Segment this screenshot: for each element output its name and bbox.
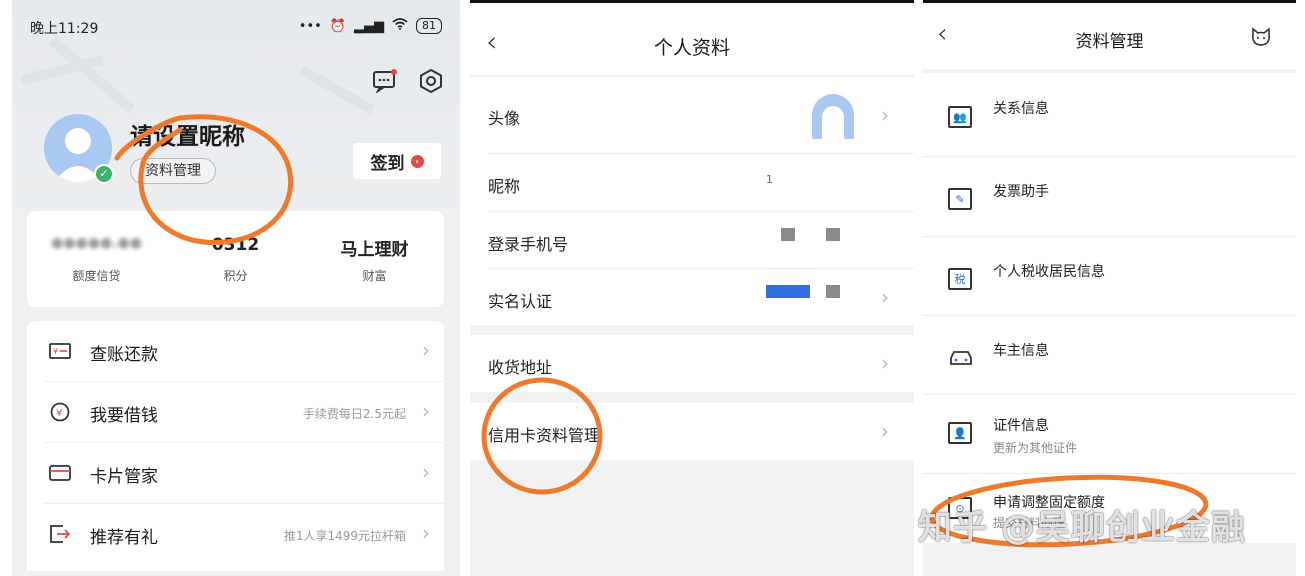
chevron-right-icon: ›	[422, 521, 430, 545]
signin-label: 签到	[370, 153, 405, 174]
chevron-right-icon: ›	[881, 285, 889, 309]
hd-signal-icon: ▂▄▆	[354, 18, 384, 34]
stat-value: 马上理财	[340, 240, 409, 260]
page-title: 资料管理	[1075, 32, 1144, 52]
row-label: 收货地址	[488, 358, 553, 377]
signin-button[interactable]: 签到 ›	[353, 143, 441, 179]
tax-icon: 税	[948, 268, 972, 290]
redacted-block	[781, 228, 795, 241]
svg-text:¥: ¥	[56, 408, 62, 419]
nav-bar: ‹ 个人资料	[470, 3, 914, 75]
settings-icon[interactable]	[416, 66, 446, 96]
card-group: 信用卡资料管理 ›	[470, 403, 914, 460]
stat-value: 0312	[211, 235, 260, 255]
relation-icon: 👥	[948, 106, 972, 128]
row-label: 登录手机号	[488, 235, 569, 254]
row-phone[interactable]: 登录手机号	[470, 212, 914, 269]
menu-item-bill[interactable]: ¥ 查账还款 ›	[27, 321, 444, 381]
chevron-right-icon: ›	[881, 103, 889, 127]
profile-fields: 头像 › 昵称 1 登录手机号 实名认证 ›	[470, 77, 914, 325]
stats-card: ●●●●●.●● 额度信贷 0312 积分 马上理财 财富	[27, 211, 444, 307]
stat-value: ●●●●●.●●	[51, 235, 142, 251]
nickname-value: 1	[766, 173, 773, 186]
avatar-thumbnail	[812, 94, 854, 139]
more-dots-icon: •••	[298, 18, 322, 34]
card-icon	[49, 465, 71, 481]
row-title: 发票助手	[993, 184, 1049, 200]
row-car-owner[interactable]: 车主信息	[923, 316, 1296, 395]
share-icon	[50, 525, 71, 543]
row-id-documents[interactable]: 👤 证件信息 更新为其他证件	[923, 395, 1296, 475]
row-realname[interactable]: 实名认证 ›	[470, 269, 914, 326]
car-icon	[950, 351, 972, 365]
battery-icon: 81	[416, 18, 442, 34]
row-invoice[interactable]: ✎ 发票助手	[923, 157, 1296, 236]
avatar[interactable]: ✓	[44, 114, 114, 184]
bill-icon: ¥	[49, 343, 71, 359]
chevron-right-icon: ›	[422, 399, 430, 423]
menu-label: 卡片管家	[90, 467, 158, 487]
account-home-screen: 晚上11:29 ••• ⏰ ▂▄▆ 81 ✓ 请设置昵称 资料管理 签到 › ●…	[12, 0, 460, 576]
address-group: 收货地址 ›	[470, 335, 914, 392]
personal-info-screen: ‹ 个人资料 头像 › 昵称 1 登录手机号 实名认证 › 收货地址 › 信用卡…	[470, 0, 914, 576]
chevron-right-icon: ›	[422, 338, 430, 362]
row-label: 头像	[488, 109, 521, 128]
row-subtitle: 更新为其他证件	[993, 441, 1078, 455]
stat-label: 财富	[362, 269, 387, 283]
row-label: 实名认证	[488, 292, 553, 311]
row-nickname[interactable]: 昵称 1	[470, 154, 914, 211]
row-label: 信用卡资料管理	[488, 426, 601, 445]
stat-credit[interactable]: ●●●●●.●● 额度信贷	[27, 211, 166, 284]
message-icon[interactable]	[370, 66, 400, 96]
row-title: 证件信息	[993, 418, 1049, 434]
profile-management-screen: ‹ 资料管理 👥 关系信息 ✎ 发票助手 税 个人税收居民信息 车主信息 👤 证…	[923, 0, 1296, 576]
row-title: 车主信息	[993, 343, 1049, 359]
menu-item-cards[interactable]: 卡片管家 ›	[27, 443, 444, 503]
nickname[interactable]: 请设置昵称	[130, 117, 245, 151]
menu-item-loan[interactable]: ¥ 我要借钱 手续费每日2.5元起 ›	[27, 382, 444, 442]
status-time: 晚上11:29	[30, 21, 99, 37]
redacted-block	[766, 285, 810, 298]
row-title: 关系信息	[993, 101, 1049, 117]
row-address[interactable]: 收货地址 ›	[470, 335, 914, 392]
stat-wealth[interactable]: 马上理财 财富	[305, 211, 444, 284]
menu-label: 查账还款	[90, 345, 158, 365]
menu-note: 手续费每日2.5元起	[302, 407, 406, 421]
svg-text:¥: ¥	[53, 347, 58, 356]
customer-service-icon[interactable]	[1250, 27, 1272, 47]
chevron-right-icon: ›	[422, 460, 430, 484]
chevron-right-icon: ›	[410, 154, 424, 168]
wifi-icon	[392, 18, 408, 34]
page-title: 个人资料	[653, 37, 730, 59]
menu-label: 推荐有礼	[90, 528, 158, 548]
profile-category-list: 👥 关系信息 ✎ 发票助手 税 个人税收居民信息 车主信息 👤 证件信息 更新为…	[923, 73, 1296, 543]
row-tax-resident[interactable]: 税 个人税收居民信息	[923, 237, 1296, 316]
loan-icon: ¥	[50, 402, 70, 422]
stat-points[interactable]: 0312 积分	[166, 211, 305, 284]
service-menu: ¥ 查账还款 › ¥ 我要借钱 手续费每日2.5元起 › 卡片管家 › 推荐有礼…	[27, 321, 444, 571]
menu-note: 推1人享1499元拉杆箱	[283, 529, 406, 543]
menu-item-referral[interactable]: 推荐有礼 推1人享1499元拉杆箱 ›	[27, 504, 444, 564]
redacted-block	[826, 228, 840, 241]
stat-label: 额度信贷	[72, 269, 121, 283]
chevron-right-icon: ›	[881, 419, 889, 443]
row-relation-info[interactable]: 👥 关系信息	[923, 73, 1296, 152]
status-bar: 晚上11:29 ••• ⏰ ▂▄▆ 81	[30, 18, 442, 40]
nav-bar: ‹ 资料管理	[923, 3, 1296, 69]
row-label: 昵称	[488, 177, 521, 196]
menu-label: 我要借钱	[90, 406, 158, 426]
profile-manage-button[interactable]: 资料管理	[130, 158, 216, 184]
redacted-block	[826, 285, 840, 298]
invoice-icon: ✎	[948, 188, 972, 210]
row-avatar[interactable]: 头像 ›	[470, 77, 914, 153]
row-title: 个人税收居民信息	[993, 264, 1105, 280]
chevron-right-icon: ›	[881, 351, 889, 375]
id-card-icon: 👤	[948, 422, 972, 444]
stat-label: 积分	[223, 269, 248, 283]
row-credit-card-profile[interactable]: 信用卡资料管理 ›	[470, 403, 914, 460]
verified-check-icon: ✓	[94, 164, 114, 184]
watermark: 知乎 @吴聊创业金融	[918, 508, 1246, 548]
alarm-icon: ⏰	[329, 18, 346, 34]
